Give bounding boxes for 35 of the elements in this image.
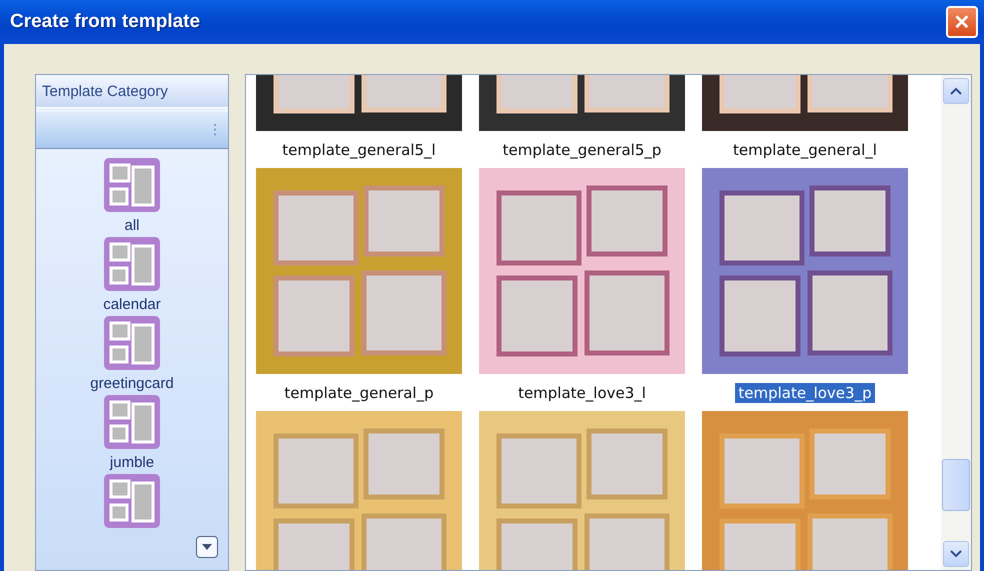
template-thumbnail[interactable] xyxy=(702,168,908,374)
template-name[interactable]: template_general5_p xyxy=(500,140,664,160)
template-thumbnail[interactable] xyxy=(256,411,462,570)
template-thumbnail[interactable] xyxy=(479,168,685,374)
panel-header: Template Category xyxy=(36,75,228,108)
caret-icon xyxy=(201,543,213,551)
category-label: calendar xyxy=(103,296,161,313)
template-name[interactable]: template_love3_l xyxy=(515,383,649,403)
category-item[interactable]: all xyxy=(103,157,161,234)
category-label: jumble xyxy=(110,454,154,471)
category-item[interactable]: greetingcard xyxy=(90,315,174,392)
template-name[interactable]: template_general5_l xyxy=(279,140,439,160)
scroll-up-button[interactable] xyxy=(943,78,969,104)
scrollbar[interactable] xyxy=(941,75,971,570)
window-title: Create from template xyxy=(10,11,200,33)
category-item[interactable]: calendar xyxy=(103,236,161,313)
chevron-down-icon xyxy=(950,550,962,558)
template-thumbnail[interactable] xyxy=(702,411,908,570)
scroll-down-button[interactable] xyxy=(196,536,218,558)
template-name[interactable]: template_general_l xyxy=(730,140,880,160)
category-item[interactable]: jumble xyxy=(103,394,161,471)
layout-icon xyxy=(103,473,161,529)
template-name[interactable]: template_love3_p xyxy=(735,383,875,403)
layout-icon xyxy=(103,394,161,450)
category-label: all xyxy=(124,217,140,234)
scroll-down-button[interactable] xyxy=(943,541,969,567)
category-label: greetingcard xyxy=(90,375,174,392)
layout-icon xyxy=(102,315,161,371)
template-name[interactable]: template_general_p xyxy=(281,383,437,403)
template-thumbnail[interactable] xyxy=(256,168,462,374)
scroll-thumb[interactable] xyxy=(942,459,970,511)
layout-icon xyxy=(103,157,161,213)
chevron-up-icon xyxy=(950,87,962,95)
layout-icon xyxy=(103,236,161,292)
template-thumbnail[interactable] xyxy=(479,411,685,570)
